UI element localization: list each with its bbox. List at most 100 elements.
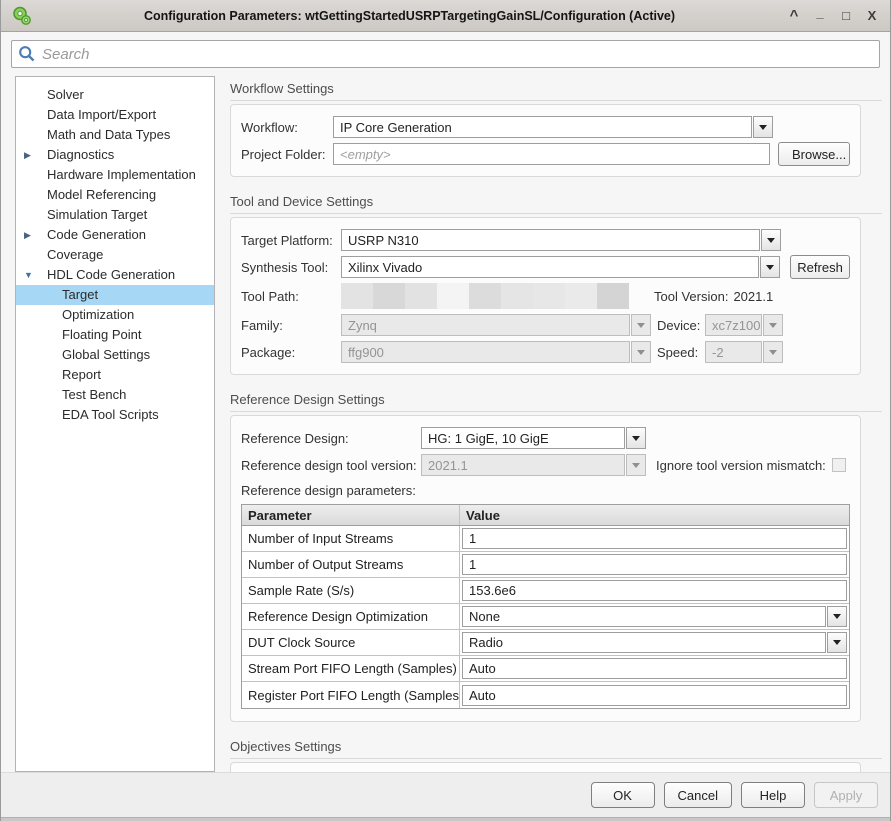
sidebar-item-simulation-target[interactable]: Simulation Target <box>16 205 214 225</box>
refresh-button[interactable]: Refresh <box>790 255 850 279</box>
package-combobox: ffg900 <box>341 341 651 363</box>
reference-design-settings-panel: Reference Design: HG: 1 GigE, 10 GigE Re… <box>230 415 861 722</box>
synthesis-tool-combobox[interactable]: Xilinx Vivado <box>341 256 780 278</box>
browse-button[interactable]: Browse... <box>778 142 850 166</box>
table-row: Number of Output Streams <box>242 552 849 578</box>
table-row: Sample Rate (S/s) <box>242 578 849 604</box>
ignore-tool-version-mismatch-checkbox <box>832 458 846 472</box>
maximize-window-icon[interactable]: □ <box>838 8 854 23</box>
dropdown-arrow-icon[interactable] <box>827 632 847 653</box>
register-port-fifo-length-input[interactable] <box>462 685 847 706</box>
dropdown-arrow-icon[interactable] <box>760 256 780 278</box>
table-row: Reference Design Optimization None <box>242 604 849 630</box>
project-folder-label: Project Folder: <box>241 147 333 162</box>
value-column-header: Value <box>460 505 849 525</box>
number-of-output-streams-input[interactable] <box>462 554 847 575</box>
apply-button[interactable]: Apply <box>814 782 878 808</box>
device-label: Device: <box>657 318 705 333</box>
minimize-window-icon[interactable]: _ <box>812 5 828 20</box>
synthesis-tool-label: Synthesis Tool: <box>241 260 341 275</box>
sidebar-item-test-bench[interactable]: Test Bench <box>16 385 214 405</box>
sidebar-item-floating-point[interactable]: Floating Point <box>16 325 214 345</box>
sidebar-item-hdl-code-generation[interactable]: HDL Code Generation <box>16 265 214 285</box>
reference-design-optimization-combobox[interactable]: None <box>462 606 847 627</box>
search-input[interactable] <box>11 40 880 68</box>
ignore-tool-version-mismatch-label: Ignore tool version mismatch: <box>656 458 826 473</box>
family-label: Family: <box>241 318 341 333</box>
close-window-icon[interactable]: X <box>864 8 880 23</box>
table-row: Number of Input Streams <box>242 526 849 552</box>
help-button[interactable]: Help <box>741 782 805 808</box>
dut-clock-source-combobox[interactable]: Radio <box>462 632 847 653</box>
configuration-parameters-dialog: Configuration Parameters: wtGettingStart… <box>0 0 891 821</box>
sidebar-item-optimization[interactable]: Optimization <box>16 305 214 325</box>
tool-path-redacted <box>341 283 629 309</box>
tool-path-label: Tool Path: <box>241 289 341 304</box>
dropdown-arrow-icon[interactable] <box>761 229 781 251</box>
window-bottom-edge <box>1 817 890 821</box>
reference-design-parameters-table: Parameter Value Number of Input Streams … <box>241 504 850 709</box>
table-row: DUT Clock Source Radio <box>242 630 849 656</box>
objectives-settings-title: Objectives Settings <box>230 734 882 759</box>
sidebar-item-global-settings[interactable]: Global Settings <box>16 345 214 365</box>
search-icon <box>18 45 36 63</box>
sidebar-item-hardware-implementation[interactable]: Hardware Implementation <box>16 165 214 185</box>
sidebar-item-math-and-data-types[interactable]: Math and Data Types <box>16 125 214 145</box>
tool-version-value: 2021.1 <box>733 289 773 304</box>
target-platform-combobox[interactable]: USRP N310 <box>341 229 781 251</box>
number-of-input-streams-input[interactable] <box>462 528 847 549</box>
sidebar-item-data-import-export[interactable]: Data Import/Export <box>16 105 214 125</box>
dropdown-arrow-icon[interactable] <box>626 427 646 449</box>
window-title: Configuration Parameters: wtGettingStart… <box>33 9 786 23</box>
parameter-column-header: Parameter <box>242 505 460 525</box>
workflow-label: Workflow: <box>241 120 333 135</box>
ok-button[interactable]: OK <box>591 782 655 808</box>
project-folder-input[interactable] <box>333 143 770 165</box>
collapse-arrow-icon[interactable] <box>24 265 38 285</box>
sidebar-item-diagnostics[interactable]: Diagnostics <box>16 145 214 165</box>
reference-design-tool-version-combobox: 2021.1 <box>421 454 646 476</box>
target-platform-label: Target Platform: <box>241 233 341 248</box>
family-combobox: Zynq <box>341 314 651 336</box>
title-bar[interactable]: Configuration Parameters: wtGettingStart… <box>1 0 890 32</box>
workflow-settings-panel: Workflow: IP Core Generation Project Fol… <box>230 104 861 177</box>
stream-port-fifo-length-input[interactable] <box>462 658 847 679</box>
settings-tree: Solver Data Import/Export Math and Data … <box>15 76 215 772</box>
dropdown-arrow-icon <box>631 314 651 336</box>
sidebar-item-code-generation[interactable]: Code Generation <box>16 225 214 245</box>
dropdown-arrow-icon[interactable] <box>827 606 847 627</box>
sidebar-item-model-referencing[interactable]: Model Referencing <box>16 185 214 205</box>
sidebar-item-report[interactable]: Report <box>16 365 214 385</box>
sidebar-item-eda-tool-scripts[interactable]: EDA Tool Scripts <box>16 405 214 425</box>
device-combobox: xc7z100 <box>705 314 783 336</box>
dropdown-arrow-icon[interactable] <box>753 116 773 138</box>
cancel-button[interactable]: Cancel <box>664 782 732 808</box>
reference-design-label: Reference Design: <box>241 431 421 446</box>
sidebar-item-solver[interactable]: Solver <box>16 85 214 105</box>
reference-design-tool-version-label: Reference design tool version: <box>241 458 421 473</box>
package-label: Package: <box>241 345 341 360</box>
simulink-logo-icon <box>11 5 33 27</box>
reference-design-parameters-label: Reference design parameters: <box>241 483 416 498</box>
expand-arrow-icon[interactable] <box>24 145 38 165</box>
table-row: Stream Port FIFO Length (Samples) <box>242 656 849 682</box>
table-header-row: Parameter Value <box>242 505 849 526</box>
reference-design-settings-title: Reference Design Settings <box>230 387 882 412</box>
workflow-settings-title: Workflow Settings <box>230 76 882 101</box>
sidebar-item-target[interactable]: Target <box>16 285 214 305</box>
dialog-button-bar: OK Cancel Help Apply <box>1 772 890 817</box>
sample-rate-input[interactable] <box>462 580 847 601</box>
objectives-settings-panel: Target Frequency (MHz): <box>230 762 861 772</box>
expand-arrow-icon[interactable] <box>24 225 38 245</box>
dropdown-arrow-icon <box>631 341 651 363</box>
speed-combobox: -2 <box>705 341 783 363</box>
shade-window-icon[interactable]: ^ <box>786 7 802 24</box>
sidebar-item-coverage[interactable]: Coverage <box>16 245 214 265</box>
tool-version-label: Tool Version: <box>654 289 728 304</box>
workflow-combobox[interactable]: IP Core Generation <box>333 116 773 138</box>
target-settings-pane: Workflow Settings Workflow: IP Core Gene… <box>215 76 882 772</box>
dropdown-arrow-icon <box>763 314 783 336</box>
reference-design-combobox[interactable]: HG: 1 GigE, 10 GigE <box>421 427 646 449</box>
dropdown-arrow-icon <box>763 341 783 363</box>
tool-device-settings-panel: Target Platform: USRP N310 Synthesis Too… <box>230 217 861 375</box>
